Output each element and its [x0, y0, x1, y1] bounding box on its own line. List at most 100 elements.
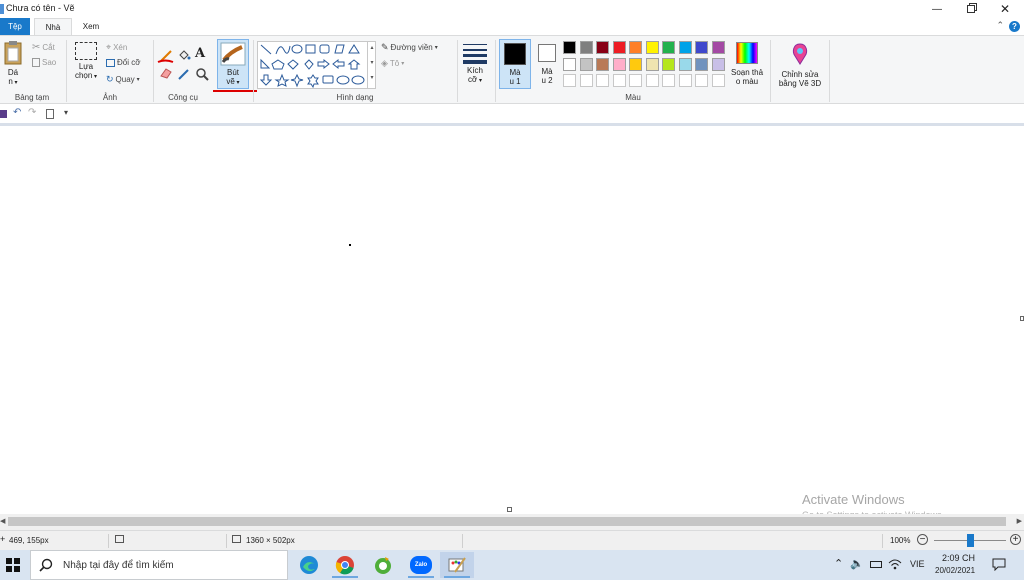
palette-swatch[interactable] — [579, 41, 593, 54]
palette-swatch[interactable] — [678, 41, 692, 54]
palette-swatch[interactable] — [563, 57, 576, 71]
edit-colors-label: Soạn thả — [730, 68, 764, 77]
palette-swatch[interactable] — [678, 74, 692, 87]
customize-qat-icon[interactable]: ▾ — [64, 108, 68, 117]
zoom-out-icon[interactable]: − — [917, 534, 928, 545]
palette-swatch[interactable] — [695, 57, 708, 71]
collapse-ribbon-icon[interactable]: ⌃ — [996, 20, 1004, 31]
palette-swatch[interactable] — [629, 74, 642, 87]
active-indicator — [332, 576, 358, 578]
taskbar-zalo[interactable]: Zalo — [404, 552, 438, 578]
tab-file[interactable]: Tệp — [0, 18, 30, 35]
horizontal-scrollbar[interactable]: ◀ ▶ — [0, 514, 1024, 530]
size-button[interactable]: Kích cỡ ▾ — [461, 42, 489, 86]
edit-colors-label-2: o màu — [735, 77, 759, 86]
palette-swatch[interactable] — [612, 74, 626, 87]
text-tool-icon[interactable]: A — [195, 46, 205, 61]
magnifier-icon[interactable] — [195, 67, 209, 81]
fill-bucket-icon[interactable] — [177, 48, 191, 62]
speaker-icon[interactable]: 🔈 — [850, 557, 864, 570]
palette-swatch[interactable] — [645, 57, 659, 71]
paste-button[interactable]: Dá n ▾ — [2, 40, 24, 88]
help-icon[interactable]: ? — [1009, 21, 1020, 32]
wifi-icon[interactable] — [888, 558, 902, 570]
select-label-2: chọn — [74, 71, 93, 80]
palette-swatch[interactable] — [645, 41, 659, 54]
palette-swatch[interactable] — [711, 41, 725, 54]
input-language[interactable]: VIE — [910, 559, 925, 569]
color2-label-2: u 2 — [541, 76, 553, 85]
palette-swatch[interactable] — [563, 41, 576, 54]
taskbar-coccoc[interactable] — [366, 552, 400, 578]
tab-home[interactable]: Nhà — [34, 18, 72, 35]
palette-swatch[interactable] — [579, 74, 593, 87]
tab-view[interactable]: Xem — [76, 18, 106, 35]
copy-button[interactable]: Sao — [32, 58, 56, 67]
battery-icon[interactable] — [870, 561, 882, 568]
minimize-button[interactable]: — — [920, 0, 954, 18]
paint3d-button[interactable]: Chỉnh sửa bằng Vẽ 3D — [774, 42, 826, 88]
select-button[interactable]: Lựa chọn ▾ — [72, 42, 100, 82]
palette-swatch[interactable] — [629, 41, 642, 54]
drawing-canvas[interactable] — [0, 123, 1024, 512]
undo-icon[interactable]: ↶ — [13, 107, 21, 118]
notification-icon[interactable] — [992, 558, 1006, 571]
edit-colors-button[interactable]: Soạn thả o màu — [729, 42, 765, 86]
zoom-in-icon[interactable]: + — [1010, 534, 1021, 545]
crop-button[interactable]: ⌖ Xén — [106, 42, 127, 53]
palette-swatch[interactable] — [662, 74, 675, 87]
rotate-icon: ↻ — [106, 74, 114, 84]
scroll-thumb[interactable] — [8, 517, 1006, 526]
palette-swatch[interactable] — [711, 74, 725, 87]
palette-swatch[interactable] — [596, 57, 609, 71]
palette-swatch[interactable] — [711, 57, 725, 71]
palette-swatch[interactable] — [645, 74, 659, 87]
close-button[interactable]: ✕ — [988, 0, 1022, 18]
clock-date[interactable]: 20/02/2021 — [935, 566, 975, 575]
palette-swatch[interactable] — [579, 57, 593, 71]
taskbar-edge[interactable] — [292, 552, 326, 578]
palette-swatch[interactable] — [612, 57, 626, 71]
color2-button[interactable]: Mà u 2 — [534, 42, 560, 85]
palette-swatch[interactable] — [596, 41, 609, 54]
palette-swatch[interactable] — [695, 41, 708, 54]
show-hidden-icons[interactable]: ⌃ — [834, 557, 843, 570]
resize-button[interactable]: Đổi cỡ — [106, 58, 140, 67]
eraser-icon[interactable] — [159, 67, 173, 79]
outline-button[interactable]: ✎ Đường viền ▾ — [381, 42, 438, 53]
cut-button[interactable]: ✂ Cắt — [32, 42, 55, 53]
color-palette — [563, 41, 729, 89]
new-file-icon[interactable] — [46, 109, 54, 119]
palette-swatch[interactable] — [629, 57, 642, 71]
palette-swatch[interactable] — [695, 74, 708, 87]
pencil-icon[interactable] — [157, 48, 175, 64]
palette-swatch[interactable] — [596, 74, 609, 87]
brushes-button[interactable]: Bút vẽ ▾ — [217, 39, 249, 89]
rotate-button[interactable]: ↻ Quay ▾ — [106, 74, 140, 85]
taskbar-search[interactable]: Nhập tại đây để tìm kiếm — [30, 550, 288, 580]
restore-button[interactable] — [954, 0, 988, 18]
palette-swatch[interactable] — [662, 57, 675, 71]
palette-swatch[interactable] — [612, 41, 626, 54]
canvas-side-handle[interactable] — [1020, 316, 1024, 321]
palette-swatch[interactable] — [563, 74, 576, 87]
color1-button[interactable]: Mà u 1 — [499, 39, 531, 89]
palette-swatch[interactable] — [662, 41, 675, 54]
scroll-left-icon[interactable]: ◀ — [0, 517, 5, 525]
save-icon[interactable] — [0, 110, 7, 118]
redo-icon[interactable]: ↷ — [28, 107, 36, 118]
fill-button[interactable]: ◈ Tô ▾ — [381, 58, 404, 69]
palette-swatch[interactable] — [678, 57, 692, 71]
taskbar-chrome[interactable] — [328, 552, 362, 578]
canvas-resize-handle[interactable] — [507, 507, 512, 512]
shapes-gallery[interactable] — [257, 41, 376, 89]
taskbar-paint[interactable] — [440, 552, 474, 578]
windows-start-icon[interactable] — [6, 558, 20, 572]
zoom-slider-thumb[interactable] — [966, 534, 974, 547]
status-bar: + 469, 155px 1360 × 502px 100% − + — [0, 530, 1024, 550]
shapes-scroll[interactable]: ▴ ▾ ▾ — [367, 41, 376, 89]
scroll-right-icon[interactable]: ▶ — [1017, 517, 1022, 525]
color-picker-icon[interactable] — [177, 67, 191, 80]
zoom-slider[interactable] — [934, 534, 1006, 547]
clock-time[interactable]: 2:09 CH — [942, 553, 975, 563]
